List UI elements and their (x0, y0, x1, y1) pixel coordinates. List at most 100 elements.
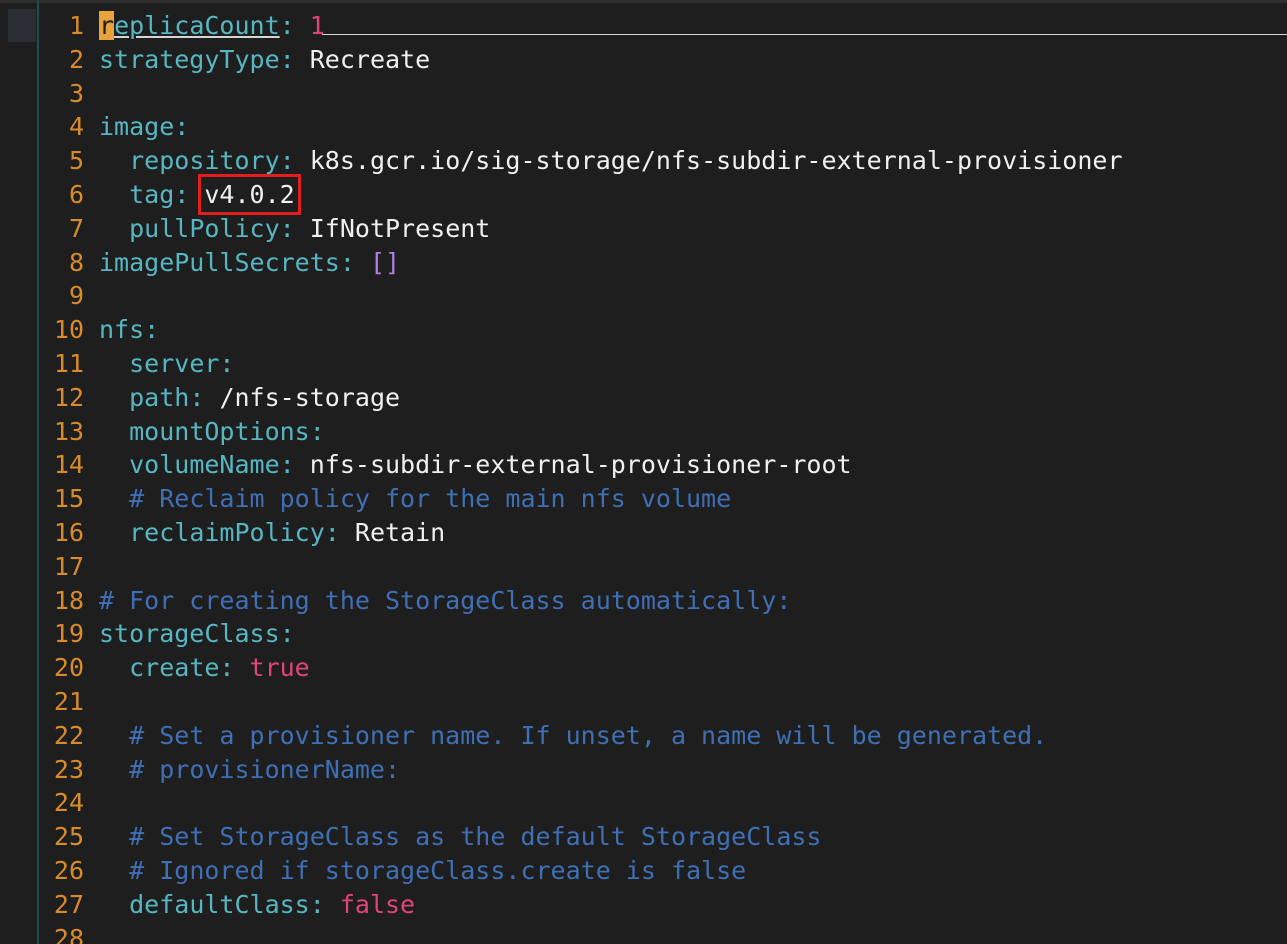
code-token: false (339, 889, 416, 919)
yaml-key: nfs (99, 315, 145, 345)
yaml-key: imagePullSecrets (99, 247, 340, 277)
line-number: 18 (53, 585, 84, 615)
line-code: # For creating the StorageClass automati… (99, 584, 791, 618)
code-token: : (144, 315, 160, 345)
line-number: 2 (68, 44, 84, 74)
code-token: true (249, 653, 310, 683)
yaml-value (99, 518, 129, 547)
line-number: 21 (53, 687, 84, 716)
yaml-value (99, 890, 129, 919)
code-line[interactable]: 21 (0, 685, 1287, 719)
code-line[interactable]: 4 image: (0, 110, 1287, 144)
line-number: 22 (53, 720, 84, 750)
yaml-value (99, 349, 129, 378)
yaml-value (99, 146, 129, 175)
line-number: 5 (68, 146, 84, 176)
code-token: : (279, 213, 310, 243)
code-line[interactable]: 1 replicaCount: 1 (0, 9, 1287, 43)
line-number: 13 (53, 416, 84, 446)
line-code: mountOptions: (99, 415, 325, 449)
yaml-key: pullPolicy (129, 213, 280, 243)
code-line[interactable]: 12 path: /nfs-storage (0, 381, 1287, 415)
text-cursor: r (99, 11, 115, 40)
line-number: 20 (53, 653, 84, 683)
code-line[interactable]: 26 # Ignored if storageClass.create is f… (0, 854, 1287, 888)
code-editor[interactable]: 1 replicaCount: 1 2 strategyType: Recreate 3… (0, 0, 1287, 944)
code-token: : (279, 44, 310, 74)
line-number: 14 (53, 450, 84, 480)
code-line[interactable]: 19 storageClass: (0, 617, 1287, 651)
code-line[interactable]: 14 volumeName: nfs-subdir-external-provi… (0, 448, 1287, 482)
line-code: repository: k8s.gcr.io/sig-storage/nfs-s… (99, 144, 1122, 178)
yaml-key: image (99, 112, 175, 142)
line-number: 6 (68, 180, 84, 209)
yaml-value (99, 417, 129, 446)
line-number: 28 (53, 923, 84, 944)
code-line[interactable]: 16 reclaimPolicy: Retain (0, 516, 1287, 550)
code-token: : (174, 180, 205, 209)
line-code: strategyType: Recreate (99, 43, 430, 77)
code-line[interactable]: 23 # provisionerName: (0, 753, 1287, 787)
yaml-value: Recreate (309, 44, 431, 74)
code-token: : (189, 382, 220, 412)
line-code: reclaimPolicy: Retain (99, 516, 445, 550)
line-code: # provisionerName: (99, 753, 400, 787)
code-token: : (279, 11, 310, 40)
line-number: 11 (53, 349, 84, 378)
yaml-comment: # Ignored if storageClass.create is fals… (129, 856, 747, 885)
yaml-key: defaultClass (129, 889, 310, 919)
code-line[interactable]: 2 strategyType: Recreate (0, 43, 1287, 77)
code-line[interactable]: 28 (0, 922, 1287, 944)
line-code: imagePullSecrets: [] (99, 246, 400, 280)
yaml-key: create (129, 653, 220, 683)
line-number: 7 (68, 213, 84, 243)
yaml-value: /nfs-storage (219, 382, 401, 412)
line-code: pullPolicy: IfNotPresent (99, 212, 490, 246)
code-line[interactable]: 7 pullPolicy: IfNotPresent (0, 212, 1287, 246)
yaml-value: Retain (354, 518, 446, 547)
line-code: defaultClass: false (99, 888, 415, 922)
line-code: storageClass: (99, 617, 295, 651)
line-code: # Ignored if storageClass.create is fals… (99, 854, 746, 888)
code-line[interactable]: 5 repository: k8s.gcr.io/sig-storage/nfs… (0, 144, 1287, 178)
code-line[interactable]: 13 mountOptions: (0, 415, 1287, 449)
code-line[interactable]: 17 (0, 550, 1287, 584)
code-line[interactable]: 6 tag: v4.0.2 (0, 174, 1287, 215)
yaml-comment: # Set a provisioner name. If unset, a na… (129, 720, 1048, 750)
yaml-value (99, 180, 129, 209)
yaml-value (99, 856, 129, 885)
yaml-comment: # provisionerName: (129, 754, 401, 784)
line-number: 27 (53, 889, 84, 919)
yaml-value (99, 721, 129, 750)
line-number: 1 (68, 11, 84, 40)
line-code: # Reclaim policy for the main nfs volume (99, 482, 731, 516)
yaml-key: volumeName (129, 450, 280, 480)
code-line[interactable]: 15 # Reclaim policy for the main nfs vol… (0, 482, 1287, 516)
code-line[interactable]: 24 (0, 786, 1287, 820)
line-code: image: (99, 110, 189, 144)
yaml-value (99, 484, 129, 513)
code-line[interactable]: 27 defaultClass: false (0, 888, 1287, 922)
code-line[interactable]: 25 # Set StorageClass as the default Sto… (0, 820, 1287, 854)
code-token: 1 (309, 11, 325, 40)
code-line[interactable]: 8 imagePullSecrets: [] (0, 246, 1287, 280)
yaml-value (99, 755, 129, 784)
code-line[interactable]: 20 create: true (0, 651, 1287, 685)
yaml-key: strategyType (99, 44, 280, 74)
yaml-comment: # Reclaim policy for the main nfs volume (129, 484, 732, 514)
code-line[interactable]: 22 # Set a provisioner name. If unset, a… (0, 719, 1287, 753)
code-line[interactable]: 9 (0, 279, 1287, 313)
line-number: 19 (53, 619, 84, 649)
yaml-key: repository (129, 146, 280, 176)
yaml-key: reclaimPolicy (129, 518, 325, 547)
code-line[interactable]: 18 # For creating the StorageClass automa… (0, 584, 1287, 618)
code-line[interactable]: 3 (0, 77, 1287, 111)
line-number: 10 (53, 315, 84, 345)
code-line[interactable]: 10 nfs: (0, 313, 1287, 347)
yaml-value: IfNotPresent (309, 213, 491, 243)
line-code: create: true (99, 651, 310, 685)
line-number: 26 (53, 856, 84, 885)
line-number: 16 (53, 518, 84, 547)
code-token: : (279, 450, 310, 480)
code-line[interactable]: 11 server: (0, 347, 1287, 381)
